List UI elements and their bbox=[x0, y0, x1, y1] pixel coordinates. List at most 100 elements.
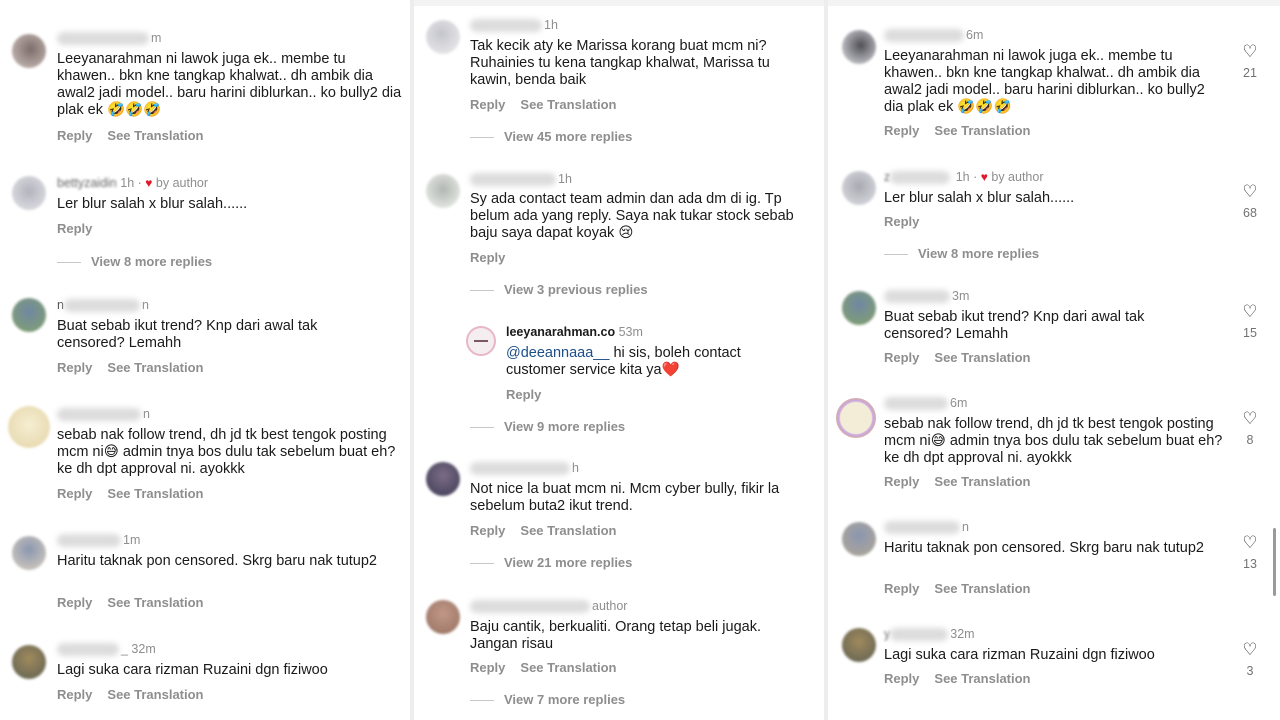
heart-outline-icon[interactable]: ♡ bbox=[1238, 641, 1262, 659]
see-translation-link[interactable]: See Translation bbox=[107, 128, 203, 143]
avatar[interactable] bbox=[12, 176, 46, 210]
avatar[interactable] bbox=[842, 171, 876, 205]
see-translation-link[interactable]: See Translation bbox=[520, 97, 616, 112]
heart-outline-icon[interactable]: ♡ bbox=[1238, 303, 1262, 321]
like-control[interactable]: ♡ 3 bbox=[1238, 641, 1262, 679]
view-replies-button[interactable]: View 7 more replies bbox=[470, 692, 625, 707]
like-control[interactable]: ♡ 13 bbox=[1238, 534, 1262, 572]
like-control[interactable]: ♡ 15 bbox=[1238, 303, 1262, 341]
reply-button[interactable]: Reply bbox=[884, 581, 919, 596]
avatar[interactable] bbox=[842, 291, 876, 325]
reply-button[interactable]: Reply bbox=[884, 350, 919, 365]
scrollbar[interactable] bbox=[1273, 528, 1276, 596]
username-blurred[interactable] bbox=[470, 19, 542, 33]
avatar[interactable] bbox=[842, 30, 876, 64]
username-blurred[interactable] bbox=[884, 29, 964, 43]
comments-panel-right: 6m Leeyanarahman ni lawok juga ek.. memb… bbox=[828, 0, 1280, 720]
avatar[interactable] bbox=[12, 34, 46, 68]
see-translation-link[interactable]: See Translation bbox=[934, 350, 1030, 365]
username-blurred[interactable] bbox=[57, 408, 141, 422]
reply-button[interactable]: Reply bbox=[470, 523, 505, 538]
reply-button[interactable]: Reply bbox=[470, 97, 505, 112]
view-replies-button[interactable]: View 8 more replies bbox=[884, 246, 1039, 261]
view-replies-label: View 3 previous replies bbox=[504, 282, 648, 297]
reply-button[interactable]: Reply bbox=[470, 250, 505, 265]
view-replies-button[interactable]: View 8 more replies bbox=[57, 254, 212, 269]
heart-outline-icon[interactable]: ♡ bbox=[1238, 534, 1262, 552]
reply-button[interactable]: Reply bbox=[57, 486, 92, 501]
like-control[interactable]: ♡ 8 bbox=[1238, 410, 1262, 448]
divider bbox=[884, 254, 908, 256]
view-replies-button[interactable]: View 3 previous replies bbox=[470, 282, 648, 297]
avatar[interactable] bbox=[842, 628, 876, 662]
view-replies-label: View 8 more replies bbox=[91, 254, 213, 269]
reply-button[interactable]: Reply bbox=[884, 214, 919, 229]
username-partial[interactable]: bettyzaidin bbox=[57, 176, 117, 190]
see-translation-link[interactable]: See Translation bbox=[520, 523, 616, 538]
reply-button[interactable]: Reply bbox=[57, 687, 92, 702]
heart-outline-icon[interactable]: ♡ bbox=[1238, 43, 1262, 61]
reply-button[interactable]: Reply bbox=[470, 660, 505, 675]
reply-button[interactable]: Reply bbox=[57, 221, 92, 236]
avatar[interactable] bbox=[426, 20, 460, 54]
like-control[interactable]: ♡ 21 bbox=[1238, 43, 1262, 81]
comment-time: m bbox=[151, 31, 162, 45]
comment-time: author bbox=[592, 599, 628, 613]
see-translation-link[interactable]: See Translation bbox=[934, 123, 1030, 138]
username[interactable]: leeyanarahman.co bbox=[506, 325, 615, 339]
reply-button[interactable]: Reply bbox=[884, 671, 919, 686]
see-translation-link[interactable]: See Translation bbox=[934, 474, 1030, 489]
avatar[interactable] bbox=[842, 522, 876, 556]
comment-time: n bbox=[141, 298, 149, 312]
avatar[interactable] bbox=[426, 462, 460, 496]
view-replies-button[interactable]: View 45 more replies bbox=[470, 129, 632, 144]
like-control[interactable]: ♡ 68 bbox=[1238, 183, 1262, 221]
see-translation-link[interactable]: See Translation bbox=[107, 687, 203, 702]
comment-text: sebab nak follow trend, dh jd tk best te… bbox=[884, 416, 1223, 466]
avatar[interactable] bbox=[12, 536, 46, 570]
see-translation-link[interactable]: See Translation bbox=[934, 671, 1030, 686]
see-translation-link[interactable]: See Translation bbox=[520, 660, 616, 675]
username-blurred[interactable] bbox=[890, 171, 951, 185]
username-partial[interactable]: n bbox=[57, 298, 64, 312]
see-translation-link[interactable]: See Translation bbox=[107, 595, 203, 610]
username-blurred[interactable] bbox=[470, 462, 570, 476]
see-translation-link[interactable]: See Translation bbox=[934, 581, 1030, 596]
username-blurred[interactable] bbox=[63, 299, 140, 313]
username-blurred[interactable] bbox=[57, 643, 119, 657]
reply-button[interactable]: Reply bbox=[884, 474, 919, 489]
username-blurred[interactable] bbox=[884, 521, 960, 535]
avatar[interactable] bbox=[8, 406, 50, 448]
avatar[interactable] bbox=[426, 600, 460, 634]
reply-button[interactable]: Reply bbox=[506, 387, 541, 402]
see-translation-link[interactable]: See Translation bbox=[107, 360, 203, 375]
reply-button[interactable]: Reply bbox=[57, 595, 92, 610]
reply-button[interactable]: Reply bbox=[884, 123, 919, 138]
heart-outline-icon[interactable]: ♡ bbox=[1238, 183, 1262, 201]
comment-meta: 3m bbox=[884, 288, 969, 304]
username-blurred[interactable] bbox=[470, 600, 590, 614]
comment-meta: _ 32m bbox=[57, 641, 156, 657]
username-blurred[interactable] bbox=[57, 534, 121, 548]
view-replies-button[interactable]: View 9 more replies bbox=[470, 419, 625, 434]
username-blurred[interactable] bbox=[890, 628, 949, 642]
like-count: 15 bbox=[1243, 326, 1257, 340]
comment-time: 53m bbox=[618, 325, 643, 339]
see-translation-link[interactable]: See Translation bbox=[107, 486, 203, 501]
avatar[interactable] bbox=[12, 645, 46, 679]
username-blurred[interactable] bbox=[57, 32, 149, 46]
reply-button[interactable]: Reply bbox=[57, 128, 92, 143]
view-replies-button[interactable]: View 21 more replies bbox=[470, 555, 632, 570]
username-blurred[interactable] bbox=[884, 290, 950, 304]
username-blurred[interactable] bbox=[884, 397, 948, 411]
reply-button[interactable]: Reply bbox=[57, 360, 92, 375]
comment-time: h bbox=[572, 461, 579, 475]
username-blurred[interactable] bbox=[470, 173, 556, 187]
avatar[interactable] bbox=[12, 298, 46, 332]
avatar[interactable] bbox=[466, 326, 496, 356]
comment-text: Tak kecik aty ke Marissa korang buat mcm… bbox=[470, 38, 770, 88]
avatar[interactable] bbox=[836, 398, 876, 438]
heart-outline-icon[interactable]: ♡ bbox=[1238, 410, 1262, 428]
avatar[interactable] bbox=[426, 174, 460, 208]
mention-link[interactable]: @deeannaaa__ bbox=[506, 345, 609, 361]
